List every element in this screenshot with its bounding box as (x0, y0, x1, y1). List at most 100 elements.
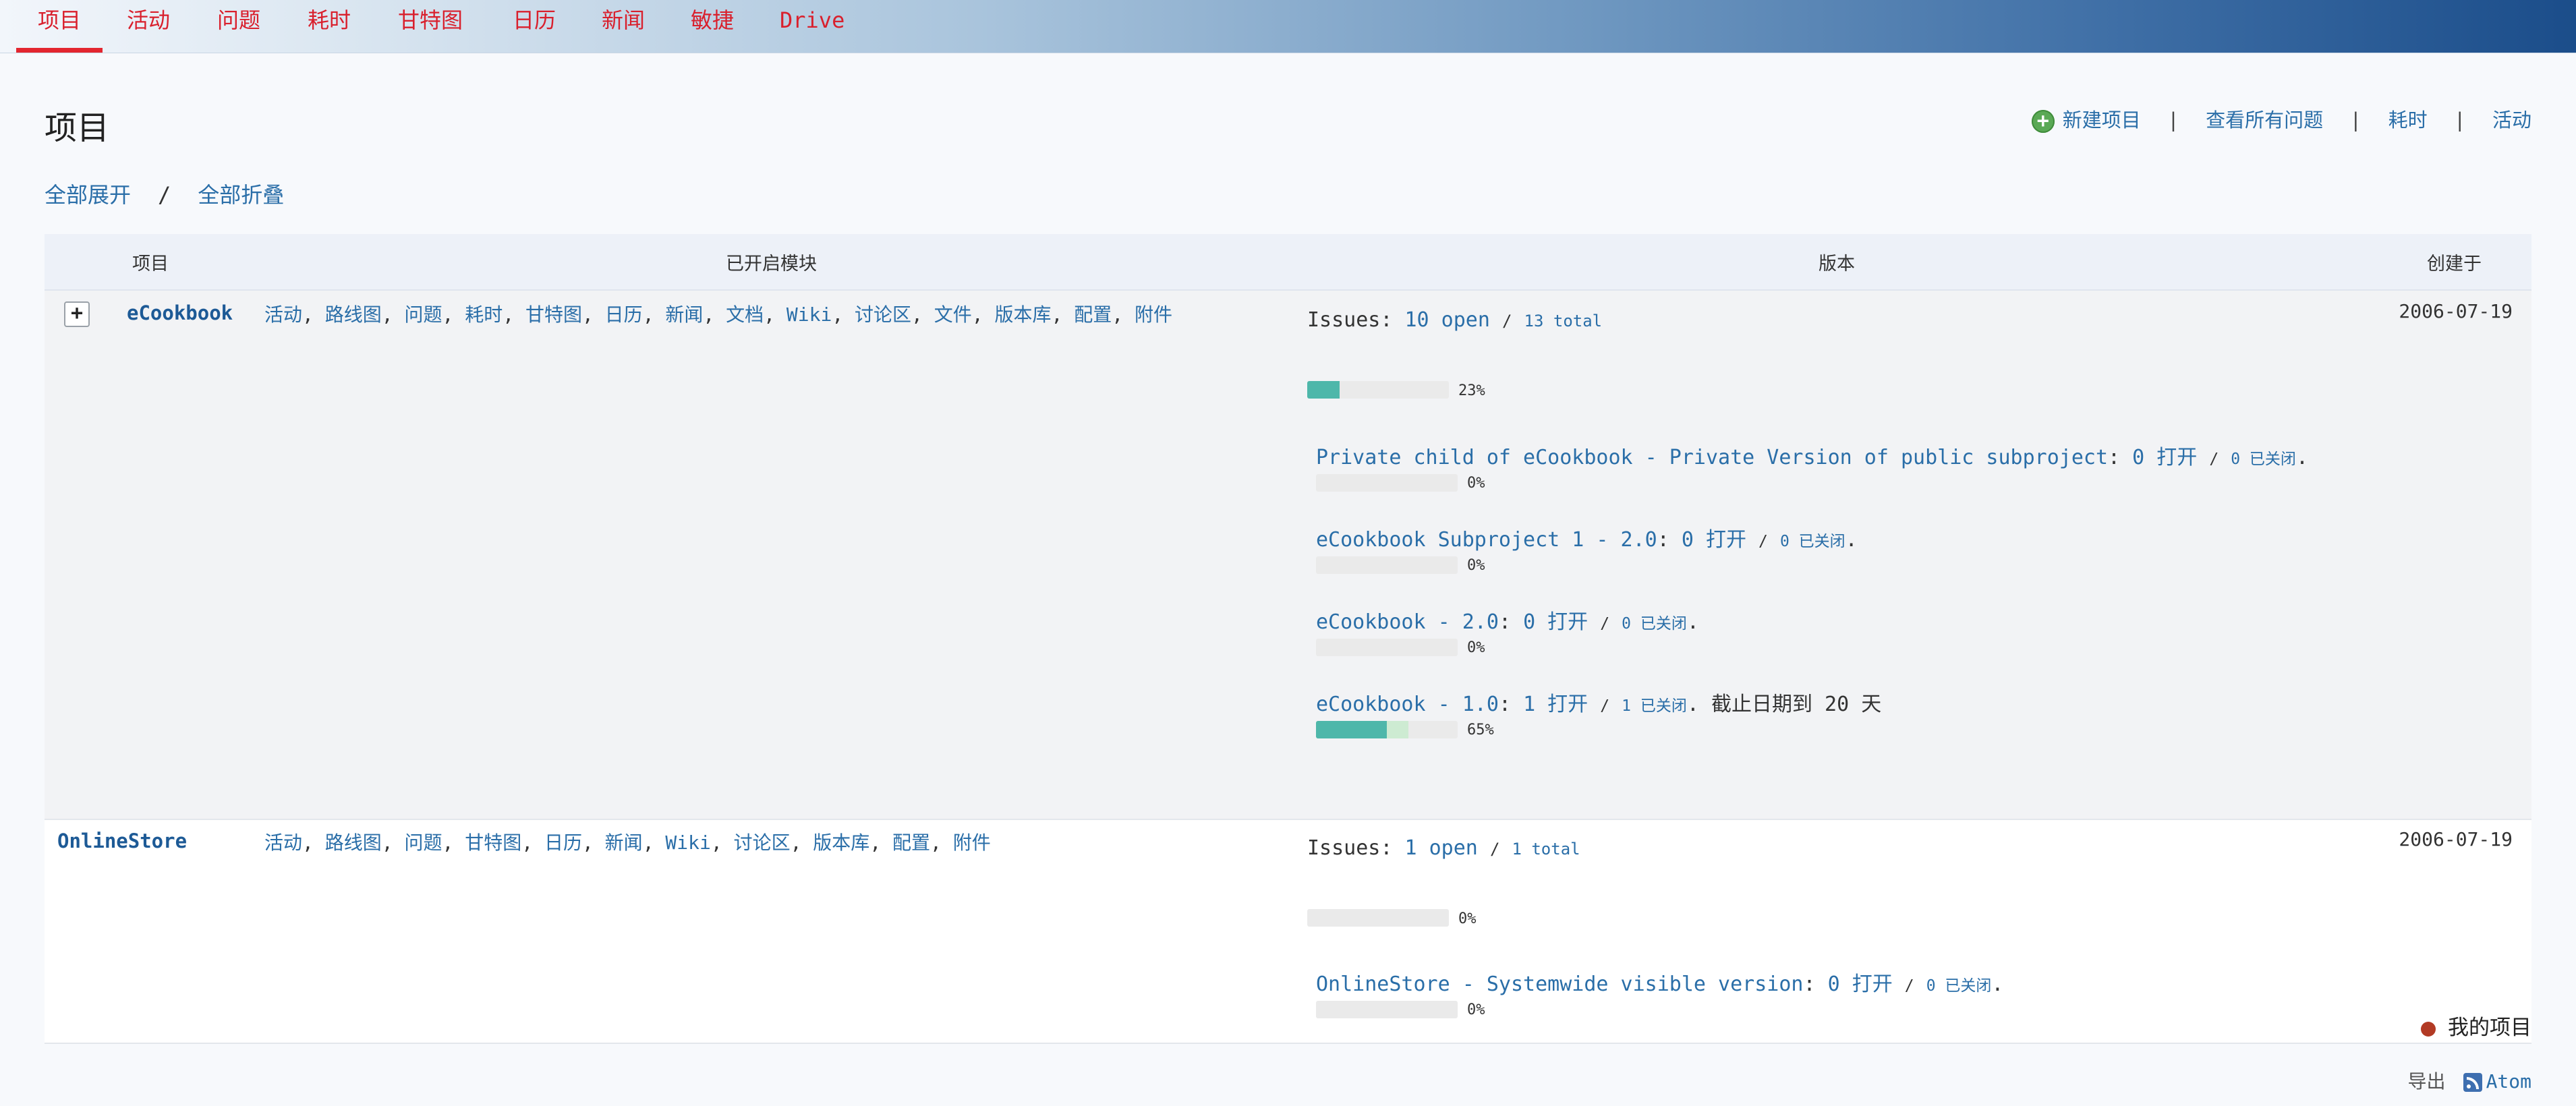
module-link[interactable]: 问题 (404, 303, 442, 326)
module-link[interactable]: 新闻 (605, 832, 643, 854)
project-link-ecookbook[interactable]: eCookbook (127, 301, 233, 324)
version-progress-bar (1316, 474, 1458, 492)
tab-agile[interactable]: 敏捷 (669, 0, 755, 53)
rss-feed-icon (2463, 1073, 2482, 1092)
my-projects-label: 我的项目 (2448, 1016, 2531, 1040)
module-link[interactable]: 文档 (726, 303, 764, 326)
version-link[interactable]: eCookbook - 2.0 (1316, 610, 1499, 634)
module-link[interactable]: Wiki (786, 303, 832, 326)
module-link[interactable]: 文件 (934, 303, 972, 326)
version-open-link[interactable]: 0 打开 (1682, 528, 1746, 552)
module-link[interactable]: 附件 (1135, 303, 1172, 326)
tab-projects[interactable]: 项目 (16, 0, 103, 53)
version-open-link[interactable]: 0 打开 (1523, 610, 1588, 634)
separator: | (2349, 109, 2362, 132)
expander-toggle[interactable]: + (64, 301, 90, 327)
progress-percent: 0% (1467, 639, 1485, 656)
header-project: 项目 (132, 254, 169, 274)
total-issues-link[interactable]: 1 total (1512, 840, 1580, 858)
tab-issues[interactable]: 问题 (196, 0, 282, 53)
module-link[interactable]: 讨论区 (855, 303, 911, 326)
issues-label: Issues: (1307, 836, 1393, 860)
version-link[interactable]: OnlineStore - Systemwide visible version (1316, 972, 1803, 996)
module-link[interactable]: 版本库 (813, 832, 869, 854)
tab-drive[interactable]: Drive (758, 0, 866, 53)
expand-all-link[interactable]: 全部展开 (45, 182, 131, 208)
time-entries-link[interactable]: 耗时 (2388, 109, 2428, 132)
created-date: 2006-07-19 (2399, 300, 2513, 322)
version-open-link[interactable]: 0 打开 (2132, 446, 2197, 469)
module-link[interactable]: 配置 (1074, 303, 1112, 326)
header-created: 创建于 (2427, 254, 2482, 274)
module-link[interactable]: 活动 (264, 303, 302, 326)
issues-summary: Issues: 10 open / 13 total (1307, 308, 1602, 332)
activity-link[interactable]: 活动 (2492, 109, 2531, 132)
export-links: 导出 Atom (2408, 1067, 2531, 1094)
module-link[interactable]: 路线图 (325, 832, 382, 854)
module-link[interactable]: 耗时 (465, 303, 503, 326)
module-link[interactable]: 活动 (264, 832, 302, 854)
expand-collapse-links: 全部展开 / 全部折叠 (45, 178, 284, 209)
module-link[interactable]: 日历 (544, 832, 582, 854)
progress-percent: 0% (1467, 475, 1485, 492)
module-link[interactable]: 路线图 (325, 303, 382, 326)
projects-table: 项目 已开启模块 版本 创建于 + eCookbook 活动, 路线图, 问题,… (45, 234, 2531, 1044)
tab-time-entries[interactable]: 耗时 (286, 0, 372, 53)
version-open-link[interactable]: 0 打开 (1828, 972, 1893, 996)
module-link[interactable]: 问题 (404, 832, 442, 854)
version-closed-link[interactable]: 0 已关闭 (2231, 450, 2296, 468)
tab-news[interactable]: 新闻 (580, 0, 666, 53)
progress-percent: 23% (1458, 382, 1485, 399)
progress-closed (1316, 721, 1387, 738)
version-closed-link[interactable]: 0 已关闭 (1780, 533, 1845, 550)
created-date: 2006-07-19 (2399, 828, 2513, 850)
module-link[interactable]: 甘特图 (465, 832, 521, 854)
module-link[interactable]: 讨论区 (734, 832, 791, 854)
enabled-modules: 活动, 路线图, 问题, 甘特图, 日历, 新闻, Wiki, 讨论区, 版本库… (264, 832, 991, 854)
version-progress-bar (1316, 639, 1458, 656)
version-due: 截止日期到 20 天 (1711, 693, 1882, 716)
issues-summary: Issues: 1 open / 1 total (1307, 836, 1580, 860)
top-menu: 项目 活动 问题 耗时 甘特图 日历 新闻 敏捷 Drive (0, 0, 2576, 53)
version-closed-link[interactable]: 0 已关闭 (1926, 977, 1992, 995)
module-link[interactable]: 新闻 (665, 303, 703, 326)
module-link[interactable]: 附件 (953, 832, 991, 854)
total-issues-link[interactable]: 13 total (1524, 312, 1603, 330)
module-link[interactable]: 甘特图 (525, 303, 582, 326)
tab-activity[interactable]: 活动 (105, 0, 192, 53)
version-link[interactable]: eCookbook - 1.0 (1316, 693, 1499, 716)
module-link[interactable]: 配置 (892, 832, 930, 854)
header-versions: 版本 (1819, 254, 1855, 274)
module-link[interactable]: 版本库 (995, 303, 1052, 326)
tab-gantt[interactable]: 甘特图 (376, 0, 484, 53)
add-icon: + (2031, 110, 2055, 133)
version-open-link[interactable]: 1 打开 (1523, 693, 1588, 716)
new-project-link[interactable]: + 新建项目 (2031, 109, 2141, 133)
table-row: + eCookbook 活动, 路线图, 问题, 耗时, 甘特图, 日历, 新闻… (45, 291, 2531, 820)
progress-percent: 65% (1467, 722, 1494, 738)
version-link[interactable]: Private child of eCookbook - Private Ver… (1316, 446, 2108, 469)
table-header: 项目 已开启模块 版本 创建于 (45, 234, 2531, 291)
slash: / (1489, 840, 1500, 858)
tab-calendar[interactable]: 日历 (491, 0, 577, 53)
atom-feed-link[interactable]: Atom (2486, 1070, 2531, 1093)
version-closed-link[interactable]: 0 已关闭 (1622, 615, 1687, 633)
header-modules: 已开启模块 (726, 254, 817, 274)
version-item: eCookbook - 1.0: 1 打开 / 1 已关闭. 截止日期到 20 … (1316, 693, 1882, 716)
version-progress-bar (1316, 1001, 1458, 1018)
open-issues-link[interactable]: 1 open (1405, 836, 1478, 860)
module-link[interactable]: Wiki (665, 832, 710, 854)
view-all-issues-link[interactable]: 查看所有问题 (2206, 109, 2323, 132)
version-progress-bar (1316, 721, 1458, 738)
version-closed-link[interactable]: 1 已关闭 (1622, 697, 1687, 715)
progress-closed (1307, 381, 1340, 399)
open-issues-link[interactable]: 10 open (1405, 308, 1490, 332)
collapse-all-link[interactable]: 全部折叠 (198, 182, 284, 208)
version-item: eCookbook - 2.0: 0 打开 / 0 已关闭. (1316, 610, 1699, 634)
module-link[interactable]: 日历 (605, 303, 643, 326)
version-progress-bar (1316, 556, 1458, 574)
version-link[interactable]: eCookbook Subproject 1 - 2.0 (1316, 528, 1657, 552)
slash: / (1502, 312, 1512, 330)
my-project-dot-icon (2421, 1021, 2436, 1037)
project-link-onlinestore[interactable]: OnlineStore (57, 830, 187, 852)
